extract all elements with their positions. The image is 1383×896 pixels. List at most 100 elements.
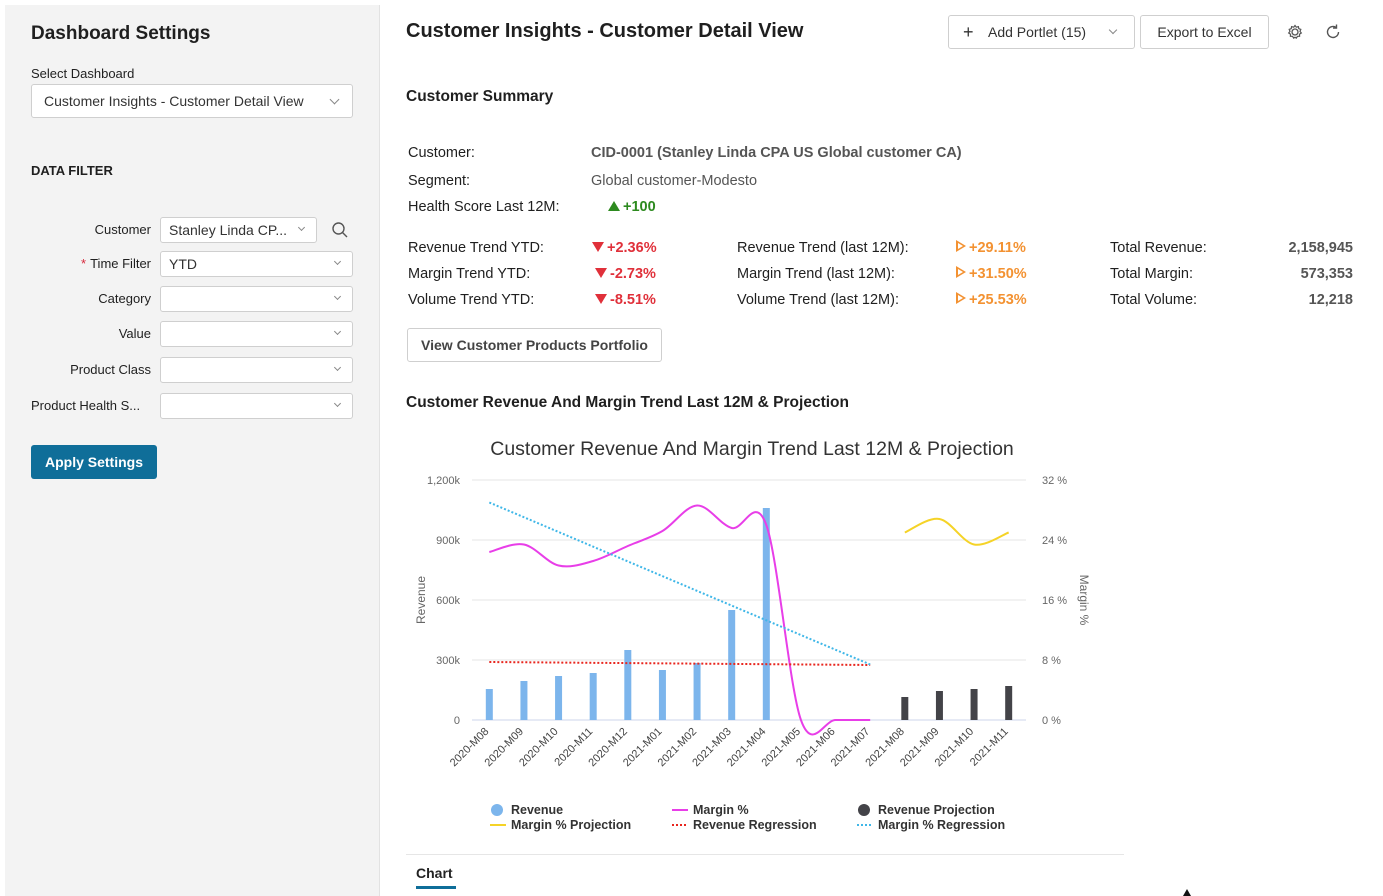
revenue-margin-chart: Customer Revenue And Margin Trend Last 1… bbox=[406, 425, 1126, 845]
tab-chart[interactable]: Chart bbox=[416, 865, 453, 881]
legend-item[interactable]: Margin % bbox=[693, 803, 749, 817]
health-score-label: Health Score Last 12M: bbox=[408, 199, 560, 215]
margin-trend-12m-value: +31.50% bbox=[969, 266, 1027, 282]
margin-trend-12m: +31.50% bbox=[956, 266, 1027, 282]
margin-trend-ytd-label: Margin Trend YTD: bbox=[408, 266, 531, 282]
margin-trend-12m-label: Margin Trend (last 12M): bbox=[737, 266, 895, 282]
add-portlet-button[interactable]: + Add Portlet (15) bbox=[948, 15, 1135, 49]
total-volume-label: Total Volume: bbox=[1110, 292, 1198, 308]
add-portlet-label: Add Portlet (15) bbox=[988, 24, 1087, 40]
y2-tick-label: 24 % bbox=[1042, 535, 1067, 547]
view-portfolio-button[interactable]: View Customer Products Portfolio bbox=[407, 328, 662, 362]
time-filter-value: YTD bbox=[169, 256, 197, 272]
chevron-down-icon bbox=[333, 363, 342, 372]
revenue-projection-bar bbox=[935, 691, 943, 720]
x-tick-label: 2021-M11 bbox=[968, 726, 1011, 769]
legend-item[interactable]: Revenue Regression bbox=[693, 818, 817, 832]
chart-svg: Customer Revenue And Margin Trend Last 1… bbox=[414, 438, 1091, 832]
filter-label: Category bbox=[98, 291, 151, 306]
revenue-trend-12m-label: Revenue Trend (last 12M): bbox=[737, 240, 909, 256]
page-title: Customer Insights - Customer Detail View bbox=[406, 20, 804, 42]
apply-settings-button[interactable]: Apply Settings bbox=[31, 445, 157, 479]
total-revenue-label: Total Revenue: bbox=[1110, 240, 1207, 256]
volume-trend-ytd-value: -8.51% bbox=[610, 292, 656, 308]
volume-trend-12m: +25.53% bbox=[956, 292, 1027, 308]
chart-title: Customer Revenue And Margin Trend Last 1… bbox=[490, 438, 1014, 460]
search-icon[interactable] bbox=[331, 221, 349, 239]
filter-row-product-class: Product Class bbox=[5, 357, 380, 383]
right-triangle-icon bbox=[956, 266, 966, 278]
chevron-down-icon bbox=[333, 257, 342, 266]
customer-select[interactable]: Stanley Linda CP... bbox=[160, 217, 317, 243]
total-margin-value: 573,353 bbox=[1300, 266, 1353, 282]
margin-projection-line bbox=[904, 517, 1010, 546]
y2-tick-label: 16 % bbox=[1042, 595, 1067, 607]
y-tick-label: 1,200k bbox=[427, 475, 461, 487]
filter-label: Customer bbox=[94, 222, 151, 237]
health-score-value: +100 bbox=[623, 199, 656, 215]
customer-value: CID-0001 (Stanley Linda CPA US Global cu… bbox=[591, 145, 962, 161]
data-filter-title: DATA FILTER bbox=[31, 163, 113, 178]
filter-label: Product Class bbox=[70, 362, 151, 377]
customer-select-value: Stanley Linda CP... bbox=[169, 222, 288, 238]
margin-regression-line bbox=[488, 501, 871, 666]
legend-marker bbox=[491, 804, 503, 816]
revenue-projection-bar bbox=[1005, 686, 1013, 720]
segment-label: Segment: bbox=[408, 173, 471, 189]
legend-item[interactable]: Revenue Projection bbox=[878, 803, 995, 817]
volume-trend-12m-value: +25.53% bbox=[969, 292, 1027, 308]
revenue-bar bbox=[693, 663, 701, 720]
sidebar-title: Dashboard Settings bbox=[31, 23, 211, 44]
revenue-bar bbox=[520, 681, 528, 720]
gear-icon[interactable] bbox=[1285, 22, 1305, 42]
legend-item[interactable]: Margin % Regression bbox=[878, 818, 1005, 832]
select-dashboard-label: Select Dashboard bbox=[31, 66, 135, 81]
down-triangle-icon bbox=[592, 242, 604, 252]
filter-label: Time Filter bbox=[90, 256, 151, 271]
total-volume-value: 12,218 bbox=[1308, 292, 1353, 308]
revenue-bar bbox=[589, 673, 597, 720]
y-tick-label: 0 bbox=[454, 715, 460, 727]
filter-label-wrap: * Time Filter bbox=[81, 256, 151, 271]
y2-tick-label: 32 % bbox=[1042, 475, 1067, 487]
legend-item[interactable]: Revenue bbox=[511, 803, 563, 817]
filter-row-product-health: Product Health S... bbox=[5, 393, 380, 419]
chevron-down-icon bbox=[333, 327, 342, 336]
revenue-trend-ytd-value: +2.36% bbox=[607, 240, 657, 256]
category-select[interactable] bbox=[160, 286, 353, 312]
legend-item[interactable]: Margin % Projection bbox=[511, 818, 631, 832]
export-excel-button[interactable]: Export to Excel bbox=[1140, 15, 1269, 49]
up-triangle-icon bbox=[608, 201, 620, 211]
revenue-bar bbox=[555, 676, 563, 720]
revenue-trend-ytd: +2.36% bbox=[592, 240, 657, 256]
active-tab-indicator bbox=[416, 886, 456, 889]
dashboard-select[interactable]: Customer Insights - Customer Detail View bbox=[31, 84, 353, 118]
filter-label: Value bbox=[118, 326, 151, 341]
product-class-select[interactable] bbox=[160, 357, 353, 383]
revenue-trend-ytd-label: Revenue Trend YTD: bbox=[408, 240, 544, 256]
customer-summary-title: Customer Summary bbox=[406, 88, 554, 105]
chevron-down-icon bbox=[333, 399, 342, 408]
tab-bar-divider bbox=[406, 854, 1124, 855]
y-axis-title: Revenue bbox=[414, 576, 428, 624]
revenue-trend-12m: +29.11% bbox=[956, 240, 1026, 256]
value-select[interactable] bbox=[160, 321, 353, 347]
filter-row-value: Value bbox=[5, 321, 380, 347]
y-tick-label: 300k bbox=[436, 655, 460, 667]
chevron-down-icon bbox=[1108, 25, 1118, 35]
refresh-icon[interactable] bbox=[1323, 22, 1343, 42]
revenue-projection-bar bbox=[901, 697, 909, 720]
settings-sidebar: Dashboard Settings Select Dashboard Cust… bbox=[5, 5, 380, 896]
y2-tick-label: 0 % bbox=[1042, 715, 1061, 727]
plus-icon: + bbox=[963, 22, 974, 42]
filter-row-category: Category bbox=[5, 286, 380, 312]
health-score-badge: +100 bbox=[608, 199, 656, 215]
revenue-bar bbox=[762, 508, 770, 720]
y-tick-label: 600k bbox=[436, 595, 460, 607]
total-margin-label: Total Margin: bbox=[1110, 266, 1194, 282]
revenue-projection-bar bbox=[970, 689, 978, 720]
down-triangle-icon bbox=[595, 268, 607, 278]
product-health-select[interactable] bbox=[160, 393, 353, 419]
chevron-down-icon bbox=[297, 223, 306, 232]
time-filter-select[interactable]: YTD bbox=[160, 251, 353, 277]
